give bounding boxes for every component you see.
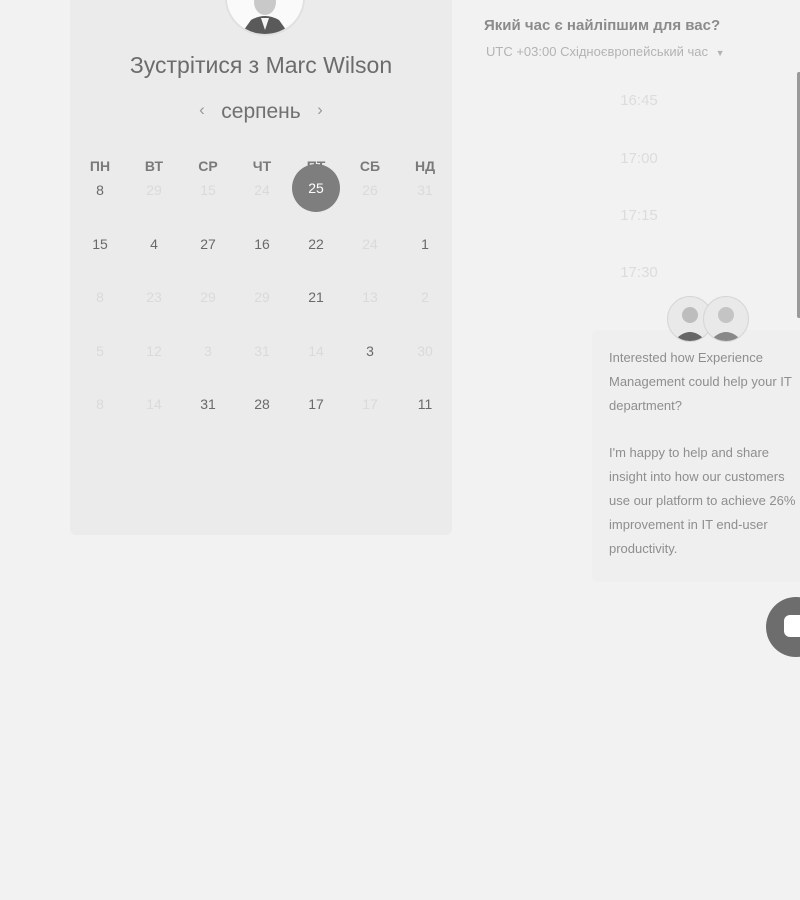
calendar-day-available[interactable]: 28 [242,396,282,412]
calendar-day-unavailable: 31 [254,343,270,359]
calendar-day-unavailable: 17 [362,396,378,412]
calendar-day-unavailable: 24 [362,236,378,252]
selected-day[interactable]: 25 [292,164,340,212]
calendar-day-available[interactable]: 31 [188,396,228,412]
calendar-day-available[interactable]: 16 [242,236,282,252]
meeting-title: Зустрітися з Marc Wilson [129,52,393,78]
calendar-day-unavailable: 12 [146,343,162,359]
timezone-label: UTC +03:00 Східноєвропейський час [486,44,708,59]
calendar-day-unavailable: 8 [96,289,104,305]
agent-avatar-icon [703,296,749,342]
calendar-day-available[interactable]: 22 [296,236,336,252]
calendar-day-available[interactable]: 21 [296,289,336,305]
calendar-day-unavailable: 15 [200,182,216,198]
calendar-day-available[interactable]: 1 [405,236,445,252]
calendar-day-available[interactable]: 27 [188,236,228,252]
caret-down-icon: ▼ [715,48,725,58]
chat-text-line: Interested how Experience [609,350,763,365]
chat-text-line: improvement in IT end-user [609,517,768,532]
calendar-day-unavailable: 8 [96,396,104,412]
time-slot[interactable]: 17:15 [560,207,718,224]
calendar-day-unavailable: 2 [421,289,429,305]
calendar-day-unavailable: 14 [146,396,162,412]
calendar-day-available[interactable]: 11 [405,396,445,412]
weekday-label: ВТ [144,158,164,174]
weekday-label: НД [414,158,436,174]
chat-launcher-button[interactable] [766,597,800,657]
timezone-select[interactable]: UTC +03:00 Східноєвропейський час ▼ [486,44,725,59]
chat-text-line: insight into how our customers [609,469,785,484]
time-slot[interactable]: 17:30 [560,264,718,281]
calendar-day-unavailable: 5 [96,343,104,359]
calendar-day-available[interactable]: 15 [80,236,120,252]
time-question: Який час є найліпшим для вас? [484,17,721,34]
calendar-day-unavailable: 31 [417,182,433,198]
calendar-panel [70,0,452,535]
calendar-day-available[interactable]: 3 [350,343,390,359]
time-slot[interactable]: 17:00 [560,150,718,167]
chat-bubble-icon [784,615,800,637]
calendar-day-unavailable: 29 [254,289,270,305]
chat-text-line: productivity. [609,541,678,556]
calendar-day-available[interactable]: 8 [80,182,120,198]
calendar-day-unavailable: 13 [362,289,378,305]
calendar-day-unavailable: 23 [146,289,162,305]
chat-text-line: use our platform to achieve 26% [609,493,796,508]
time-slot[interactable]: 16:45 [560,92,718,109]
month-navigation: ‹ серпень › [70,98,452,126]
calendar-day-unavailable: 24 [254,182,270,198]
chat-agents [667,296,749,342]
chat-text-line: Management could help your IT [609,374,792,389]
weekday-label: ПН [89,158,111,174]
calendar-day-unavailable: 29 [146,182,162,198]
calendar-day-unavailable: 30 [417,343,433,359]
calendar-day-available[interactable]: 17 [296,396,336,412]
calendar-day-unavailable: 26 [362,182,378,198]
weekday-label: СБ [359,158,381,174]
month-label: серпень [221,100,301,123]
chevron-right-icon[interactable]: › [310,100,330,120]
calendar-day-unavailable: 3 [204,343,212,359]
calendar-day-unavailable: 29 [200,289,216,305]
chat-text-line: I'm happy to help and share [609,445,770,460]
weekday-label: ЧТ [252,158,272,174]
calendar-day-unavailable: 14 [308,343,324,359]
chat-text-line: department? [609,398,682,413]
calendar-day-available[interactable]: 4 [134,236,174,252]
weekday-label: СР [198,158,218,174]
